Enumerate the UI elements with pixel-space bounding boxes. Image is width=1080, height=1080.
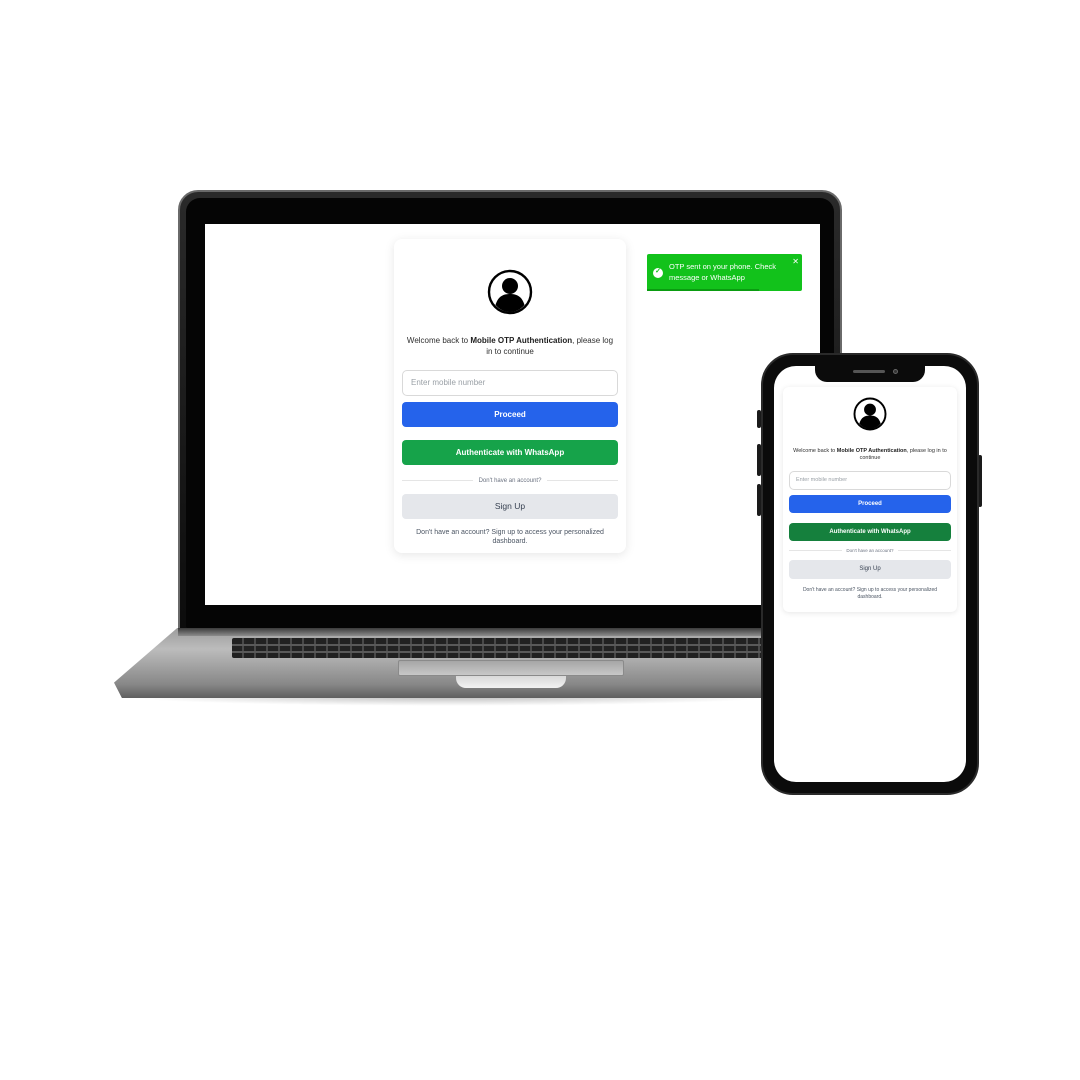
signup-button[interactable]: Sign Up bbox=[789, 559, 951, 579]
laptop-trackpad bbox=[398, 660, 624, 676]
toast-progress-bar bbox=[647, 289, 759, 291]
user-avatar-icon bbox=[853, 397, 887, 431]
signup-divider: Don't have an account? bbox=[789, 548, 951, 553]
whatsapp-auth-button[interactable]: Authenticate with WhatsApp bbox=[789, 522, 951, 541]
mobile-number-input[interactable]: Enter mobile number bbox=[402, 369, 618, 396]
whatsapp-auth-button[interactable]: Authenticate with WhatsApp bbox=[402, 439, 618, 465]
phone-speaker bbox=[853, 370, 885, 373]
signup-footnote: Don't have an account? Sign up to access… bbox=[416, 528, 604, 546]
mobile-number-input[interactable]: Enter mobile number bbox=[789, 470, 951, 490]
mobile-number-placeholder: Enter mobile number bbox=[796, 477, 848, 484]
signup-footnote: Don't have an account? Sign up to access… bbox=[802, 586, 938, 600]
phone-notch bbox=[815, 364, 925, 382]
welcome-text: Welcome back to Mobile OTP Authenticatio… bbox=[793, 448, 947, 462]
login-card-mobile: Welcome back to Mobile OTP Authenticatio… bbox=[783, 387, 957, 612]
proceed-button[interactable]: Proceed bbox=[789, 494, 951, 513]
laptop-keyboard bbox=[232, 638, 782, 658]
signup-divider: Don't have an account? bbox=[402, 477, 619, 484]
mobile-number-placeholder: Enter mobile number bbox=[411, 378, 486, 388]
laptop-hinge bbox=[178, 628, 842, 636]
divider-line bbox=[789, 549, 843, 551]
user-avatar-icon bbox=[487, 269, 533, 315]
toast-message: OTP sent on your phone. Check message or… bbox=[669, 261, 777, 282]
otp-toast: ✓ OTP sent on your phone. Check message … bbox=[647, 254, 802, 291]
divider-text: Don't have an account? bbox=[846, 547, 894, 553]
proceed-button[interactable]: Proceed bbox=[402, 401, 618, 427]
check-circle-icon: ✓ bbox=[653, 267, 663, 278]
signup-button[interactable]: Sign Up bbox=[402, 493, 618, 519]
laptop-opening-notch bbox=[456, 676, 566, 688]
login-card: Welcome back to Mobile OTP Authenticatio… bbox=[394, 239, 626, 553]
welcome-text: Welcome back to Mobile OTP Authenticatio… bbox=[406, 336, 614, 356]
divider-line bbox=[547, 480, 619, 482]
close-icon[interactable]: ✕ bbox=[792, 256, 799, 268]
divider-line bbox=[897, 549, 951, 551]
phone-camera bbox=[893, 369, 898, 374]
divider-text: Don't have an account? bbox=[478, 477, 542, 484]
divider-line bbox=[402, 480, 473, 482]
